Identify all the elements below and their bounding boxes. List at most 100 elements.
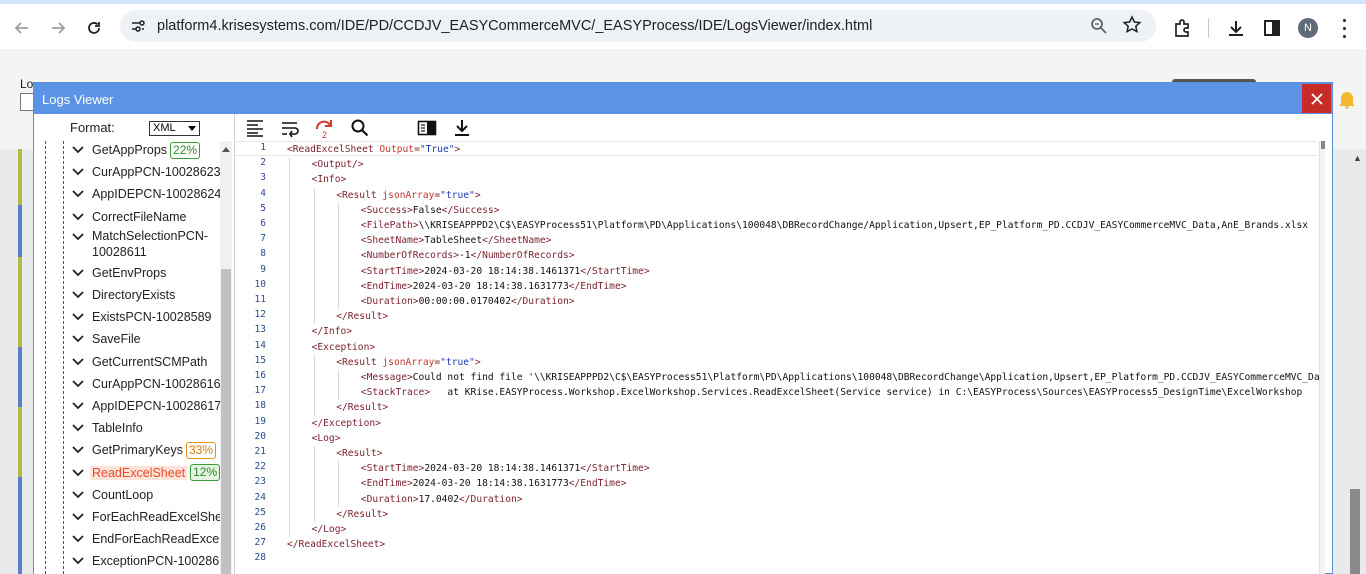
tree-node-label[interactable]: EndForEachReadExcelSheet <box>92 532 220 546</box>
close-button[interactable] <box>1302 84 1331 113</box>
chevron-down-icon[interactable] <box>72 266 88 280</box>
code-line[interactable]: </Result> <box>336 309 388 324</box>
code-line[interactable]: <Result jsonArray="true"> <box>336 355 480 370</box>
chevron-down-icon[interactable] <box>72 288 88 302</box>
tree-node[interactable]: AppIDEPCN-10028617 <box>72 395 220 417</box>
chevron-down-icon[interactable] <box>72 230 88 244</box>
tree-node-label[interactable]: DirectoryExists <box>92 288 175 302</box>
forward-icon[interactable] <box>44 14 72 42</box>
chevron-down-icon[interactable] <box>72 488 88 502</box>
extensions-icon[interactable] <box>1172 18 1192 38</box>
chevron-down-icon[interactable] <box>72 165 88 179</box>
tree-scrollbar[interactable] <box>220 141 232 574</box>
zoom-icon[interactable] <box>1090 17 1108 35</box>
tree-node[interactable]: MatchSelectionPCN-10028611 <box>72 228 220 262</box>
chevron-down-icon[interactable] <box>72 554 88 568</box>
code-line[interactable]: <EndTime>2024-03-20 18:14:38.1631773</En… <box>361 279 627 294</box>
code-line[interactable]: </Log> <box>312 522 347 537</box>
code-area[interactable]: <ReadExcelSheet Output="True"> <Output/> <… <box>287 141 1325 574</box>
tree-node[interactable]: EndForEachReadExcelSheet <box>72 528 220 550</box>
tree-node-label[interactable]: GetAppProps <box>92 143 167 157</box>
tree-node-label[interactable]: ReadExcelSheet <box>90 465 188 480</box>
tree-node-label[interactable]: CorrectFileName <box>92 210 186 224</box>
chevron-down-icon[interactable] <box>72 377 88 391</box>
tree-node[interactable]: ReadExcelSheet 12% <box>72 462 220 484</box>
code-line[interactable]: <Exception> <box>312 340 376 355</box>
tree-node-label[interactable]: GetCurrentSCMPath <box>92 355 207 369</box>
tree-node[interactable]: SaveFile <box>72 328 220 350</box>
code-line[interactable]: <StackTrace> at KRise.EASYProcess.Worksh… <box>361 385 1302 400</box>
tree-node-label[interactable]: AppIDEPCN-10028624 <box>92 187 220 201</box>
chevron-down-icon[interactable] <box>72 210 88 224</box>
tree-node-label[interactable]: MatchSelectionPCN-10028611 <box>92 228 220 260</box>
tree-node-label[interactable]: AppIDEPCN-10028617 <box>92 399 220 413</box>
code-line[interactable]: <Duration>17.0402</Duration> <box>361 492 523 507</box>
tree-node-label[interactable]: ExistsPCN-10028589 <box>92 310 212 324</box>
reload-icon[interactable] <box>80 14 108 42</box>
tree-node-label[interactable]: GetPrimaryKeys <box>92 443 183 457</box>
code-line[interactable]: <Result> <box>336 446 382 461</box>
download-icon[interactable] <box>452 118 472 138</box>
chevron-down-icon[interactable] <box>72 466 88 480</box>
tree-node[interactable]: CountLoop <box>72 484 220 506</box>
chevron-down-icon[interactable] <box>72 421 88 435</box>
notification-bell-icon[interactable] <box>1338 89 1356 109</box>
code-line[interactable]: <Output/> <box>312 157 364 172</box>
code-line[interactable]: <SheetName>TableSheet</SheetName> <box>361 233 552 248</box>
chevron-down-icon[interactable] <box>72 332 88 346</box>
side-panel-icon[interactable] <box>1262 18 1282 38</box>
code-line[interactable]: <StartTime>2024-03-20 18:14:38.1461371</… <box>361 264 650 279</box>
chevron-down-icon[interactable] <box>72 399 88 413</box>
tree-node[interactable]: GetAppProps 22% <box>72 141 220 161</box>
code-line[interactable]: </Info> <box>312 324 352 339</box>
tree-node[interactable]: GetPrimaryKeys 33% <box>72 439 220 461</box>
tree-node[interactable]: AppIDEPCN-10028624 <box>72 183 220 205</box>
tree-node[interactable]: DirectoryExists <box>72 284 220 306</box>
chevron-down-icon[interactable] <box>72 187 88 201</box>
redo-icon[interactable]: 2 <box>314 117 336 139</box>
editor-scrollbar-thumb[interactable] <box>1321 141 1325 149</box>
tree-node-label[interactable]: GetEnvProps <box>92 266 166 280</box>
code-line[interactable]: <FilePath>\\KRISEAPPPD2\C$\EASYProcess51… <box>361 218 1308 233</box>
chevron-down-icon[interactable] <box>72 443 88 457</box>
tree-node-label[interactable]: ForEachReadExcelSheet <box>92 510 220 524</box>
back-icon[interactable] <box>8 14 36 42</box>
tree-node[interactable]: CurAppPCN-10028623 <box>72 161 220 183</box>
wrap-icon[interactable] <box>280 118 300 138</box>
tree-node[interactable]: ForEachReadExcelSheet <box>72 506 220 528</box>
url-text[interactable]: platform4.krisesystems.com/IDE/PD/CCDJV_… <box>157 18 872 34</box>
code-line[interactable]: <Message>Could not find file '\\KRISEAPP… <box>361 370 1325 385</box>
editor-scrollbar[interactable] <box>1319 141 1325 574</box>
site-settings-icon[interactable] <box>130 18 146 34</box>
tree-node[interactable]: ExistsPCN-10028589 <box>72 306 220 328</box>
chevron-down-icon[interactable] <box>72 310 88 324</box>
tree-node[interactable]: GetCurrentSCMPath <box>72 351 220 373</box>
tree-scrollbar-thumb[interactable] <box>221 269 231 574</box>
background-scrollbar[interactable] <box>1350 489 1360 574</box>
code-line[interactable]: </Exception> <box>312 416 381 431</box>
background-scroll-up-icon[interactable]: ▲ <box>1353 153 1362 163</box>
code-line[interactable]: </ReadExcelSheet> <box>287 537 385 552</box>
tree-node[interactable]: GetEnvProps <box>72 262 220 284</box>
search-icon[interactable] <box>350 118 370 138</box>
code-line[interactable]: </Result> <box>336 400 388 415</box>
chevron-down-icon[interactable] <box>72 532 88 546</box>
code-line[interactable]: <NumberOfRecords>-1</NumberOfRecords> <box>361 248 575 263</box>
panel-toggle-icon[interactable] <box>417 118 437 138</box>
tree-node[interactable]: CurAppPCN-10028616 <box>72 373 220 395</box>
tree-node[interactable]: CorrectFileName <box>72 206 220 228</box>
menu-icon[interactable] <box>1338 16 1350 40</box>
code-line[interactable]: <Result jsonArray="true"> <box>336 188 480 203</box>
tree-node[interactable]: ExceptionPCN-10028610 <box>72 550 220 572</box>
format-select[interactable]: XML <box>149 121 200 136</box>
chevron-down-icon[interactable] <box>72 510 88 524</box>
xml-editor[interactable]: 1 2 3 4 5 6 7 8 9 10 11 12 13 14 15 16 17 18 19 20 21 22 23 24 2… <box>235 141 1325 574</box>
tree-node-label[interactable]: SaveFile <box>92 332 141 346</box>
chevron-down-icon[interactable] <box>72 355 88 369</box>
code-line[interactable]: </Result> <box>336 507 388 522</box>
code-line[interactable]: <StartTime>2024-03-20 18:14:38.1461371</… <box>361 461 650 476</box>
scroll-up-icon[interactable] <box>222 147 230 152</box>
tree-node-label[interactable]: CurAppPCN-10028623 <box>92 165 220 179</box>
format-icon[interactable] <box>245 118 265 138</box>
tree-node-label[interactable]: TableInfo <box>92 421 143 435</box>
